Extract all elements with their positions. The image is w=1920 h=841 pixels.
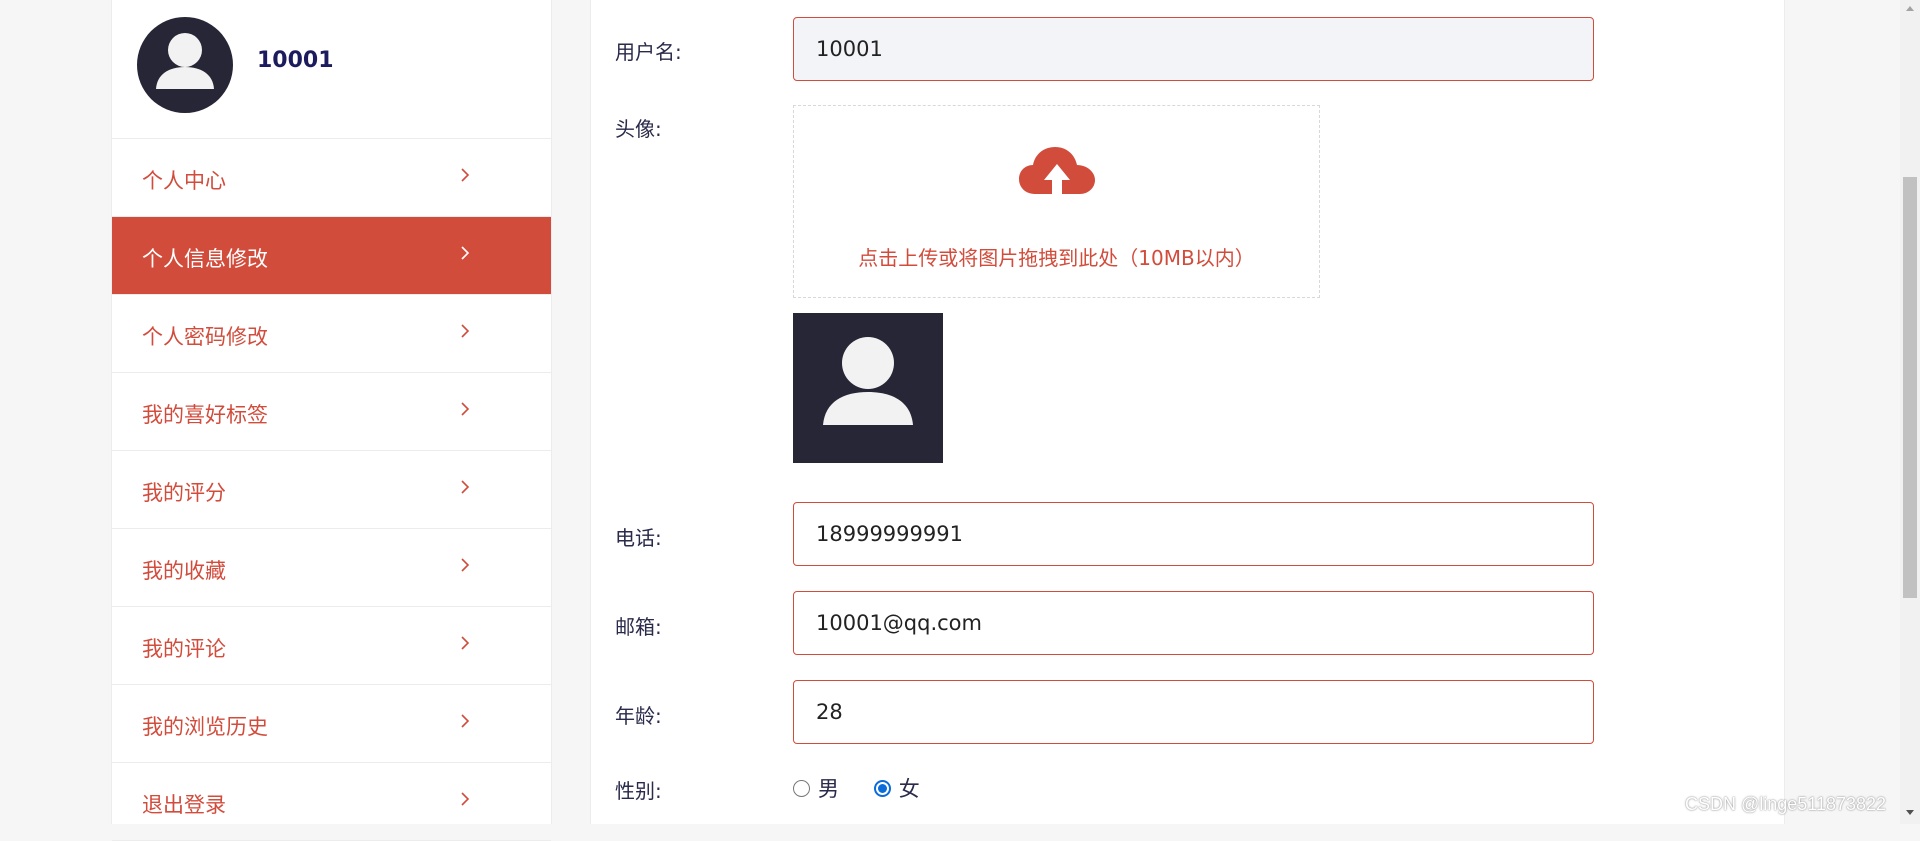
sidebar-item-logout[interactable]: 退出登录 — [112, 763, 551, 841]
chevron-right-icon — [461, 402, 470, 416]
gender-radio-group: 男 女 — [793, 773, 948, 803]
user-icon — [823, 337, 913, 425]
cloud-upload-icon — [1019, 147, 1095, 196]
sidebar-item-browse-history[interactable]: 我的浏览历史 — [112, 685, 551, 763]
sidebar-item-my-comments[interactable]: 我的评论 — [112, 607, 551, 685]
user-icon — [156, 33, 214, 89]
sidebar-item-label: 我的浏览历史 — [142, 715, 268, 739]
profile-username: 10001 — [257, 48, 334, 73]
csdn-watermark: CSDN @linge511873822 — [1685, 794, 1887, 814]
page-scrollbar[interactable] — [1900, 0, 1920, 824]
gender-label: 性别: — [615, 779, 662, 803]
gender-option-female[interactable]: 女 — [873, 773, 920, 803]
sidebar: 10001 个人中心 个人信息修改 个人密码修改 我的喜好标签 我的评分 我的收… — [111, 0, 552, 841]
user-avatar — [137, 17, 233, 113]
sidebar-item-my-ratings[interactable]: 我的评分 — [112, 451, 551, 529]
chevron-right-icon — [461, 246, 470, 260]
chevron-right-icon — [461, 636, 470, 650]
chevron-right-icon — [461, 714, 470, 728]
sidebar-item-my-favorites[interactable]: 我的收藏 — [112, 529, 551, 607]
scrollbar-thumb[interactable] — [1903, 177, 1917, 598]
chevron-right-icon — [461, 792, 470, 806]
gender-option-label: 男 — [818, 777, 839, 801]
sidebar-item-preference-tags[interactable]: 我的喜好标签 — [112, 373, 551, 451]
sidebar-item-label: 个人中心 — [142, 169, 226, 193]
chevron-right-icon — [461, 558, 470, 572]
email-label: 邮箱: — [615, 615, 662, 639]
scroll-up-arrow-icon[interactable] — [1900, 0, 1920, 17]
sidebar-item-label: 我的评论 — [142, 637, 226, 661]
radio-button-female[interactable] — [873, 779, 891, 797]
sidebar-item-label: 我的收藏 — [142, 559, 226, 583]
upload-hint: 点击上传或将图片拖拽到此处（10MB以内） — [858, 246, 1255, 270]
avatar-preview-image — [793, 313, 943, 463]
scroll-down-arrow-icon[interactable] — [1900, 804, 1920, 821]
age-field[interactable] — [793, 680, 1594, 744]
phone-field[interactable] — [793, 502, 1594, 566]
email-field[interactable] — [793, 591, 1594, 655]
radio-button-male[interactable] — [793, 779, 810, 797]
username-label: 用户名: — [615, 40, 682, 64]
profile-header: 10001 — [112, 0, 551, 139]
sidebar-item-personal-center[interactable]: 个人中心 — [112, 139, 551, 217]
sidebar-item-label: 个人信息修改 — [142, 247, 268, 271]
sidebar-menu: 个人中心 个人信息修改 个人密码修改 我的喜好标签 我的评分 我的收藏 我的评论 — [112, 139, 551, 841]
avatar-label: 头像: — [615, 117, 662, 141]
sidebar-item-label: 我的评分 — [142, 481, 226, 505]
sidebar-item-label: 退出登录 — [142, 793, 226, 817]
gender-option-male[interactable]: 男 — [793, 773, 839, 803]
sidebar-item-edit-profile[interactable]: 个人信息修改 — [112, 217, 551, 295]
avatar-upload-dropzone[interactable]: 点击上传或将图片拖拽到此处（10MB以内） — [793, 105, 1320, 298]
username-field[interactable] — [793, 17, 1594, 81]
chevron-right-icon — [461, 168, 470, 182]
sidebar-item-label: 我的喜好标签 — [142, 403, 268, 427]
profile-edit-form: 用户名: 头像: 点击上传或将图片拖拽到此处（10MB以内） 电话: 邮箱: 年… — [590, 0, 1785, 824]
sidebar-item-change-password[interactable]: 个人密码修改 — [112, 295, 551, 373]
chevron-right-icon — [461, 324, 470, 338]
chevron-right-icon — [461, 480, 470, 494]
sidebar-item-label: 个人密码修改 — [142, 325, 268, 349]
phone-label: 电话: — [615, 526, 662, 550]
gender-option-label: 女 — [898, 777, 920, 801]
age-label: 年龄: — [615, 704, 662, 728]
